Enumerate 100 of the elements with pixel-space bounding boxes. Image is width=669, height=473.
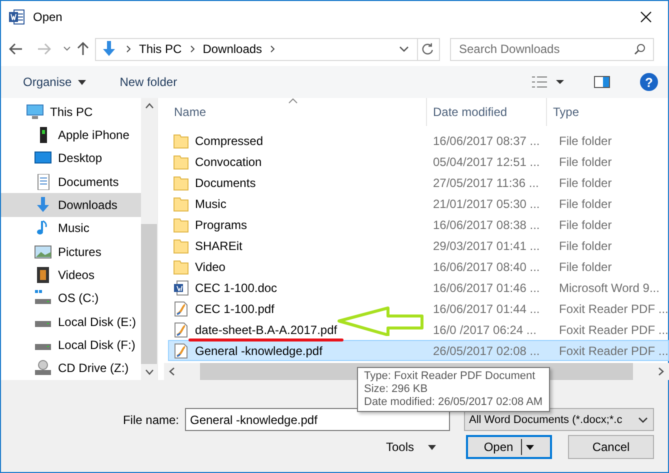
file-name: CEC 1-100.doc [169,280,278,296]
file-row[interactable]: Documents 27/05/2017 11:36 ... File folder [168,172,669,193]
drive-icon [34,344,52,350]
file-row[interactable]: General -knowledge.pdf 26/05/2017 02:08 ... Foxit Reader PDF ... [168,340,669,361]
sidebar-item[interactable]: CD Drive (Z:) [1,356,141,380]
type-cell-text: Foxit Reader PDF ... [558,344,668,358]
column-header[interactable]: Name [164,98,427,126]
chevron-down-icon[interactable] [63,46,71,52]
file-name: SHAREit [169,238,242,254]
caret-icon [78,80,86,84]
sidebar-item[interactable]: Apple iPhone [1,123,141,147]
new-folder-button[interactable]: New folder [118,73,180,91]
type-cell-text: Foxit Reader PDF ... [558,322,668,336]
file-row[interactable]: SHAREit 29/03/2017 01:41 ... File folder [168,235,669,256]
chevron-icon [190,45,195,53]
drive-icon [34,320,52,327]
help-button[interactable]: ? [640,73,658,91]
chevron-icon [270,45,276,53]
file-row[interactable]: Programs 16/06/2017 08:38 ... File folder [168,214,669,235]
tools-button[interactable]: Tools [380,439,442,455]
file-type-text: All Word Documents (*.docx;*.c [469,414,624,426]
tooltip-line: Date modified: 26/05/2017 02:08 AM [364,396,543,409]
file-type-dropdown[interactable]: All Word Documents (*.docx;*.c [464,408,654,431]
tooltip-line: Size: 296 KB [364,383,429,396]
sidebar-item[interactable]: Downloads [1,193,141,217]
organise-button[interactable]: Organise [21,73,88,91]
pdf-document-icon [173,342,189,358]
sidebar-item[interactable]: Desktop [1,146,141,170]
sidebar-item[interactable]: Pictures [1,240,141,264]
file-name: General -knowledge.pdf [169,342,322,358]
file-name-field[interactable]: General -knowledge.pdf [185,408,450,431]
tooltip-line: Type: Foxit Reader PDF Document [364,370,536,383]
down-arrow-icon [100,41,118,57]
sidebar-item[interactable]: Local Disk (E:) [1,310,141,334]
file-name-label: File name: [122,412,179,426]
word-document-icon [173,280,189,296]
open-button[interactable]: Open [466,435,552,459]
back-arrow-icon[interactable] [9,43,23,55]
date-cell-text: 16/06/2017 08:38 ... [432,218,541,232]
sidebar-item[interactable]: Documents [1,170,141,194]
close-icon[interactable] [640,10,652,22]
date-cell-text: 16/06/2017 01:44 ... [432,302,541,316]
date-cell-text: 27/05/2017 11:36 ... [432,176,540,190]
sidebar-item[interactable]: Local Disk (F:) [1,333,141,357]
date-cell-text: 16/06/2017 08:40 ... [432,260,541,274]
file-name: Programs [169,216,248,232]
breadcrumb[interactable]: Downloads [202,42,262,56]
file-row[interactable]: CEC 1-100.doc 16/06/2017 01:46 ... Microsoft Word 9... [168,277,669,298]
file-name: Convocation [169,154,262,170]
date-cell-text: 16/06/2017 08:37 ... [432,134,541,148]
file-name: Music [169,196,226,212]
folder-icon [173,174,189,190]
address-bar[interactable]: This PC Downloads [95,38,440,60]
type-cell-text: File folder [558,134,613,148]
file-row[interactable]: Compressed 16/06/2017 08:37 ... File folder [168,130,669,151]
file-name: Documents [169,174,256,190]
file-row[interactable]: CEC 1-100.pdf 16/06/2017 01:44 ... Foxit Reader PDF ... [168,298,669,319]
date-cell-text: 26/05/2017 02:08 ... [432,344,541,358]
folder-icon [173,154,189,170]
chevron-down-icon [638,416,648,422]
search-field[interactable]: Search Downloads [450,38,654,60]
picture-icon [34,244,52,260]
drive-icon [34,290,52,306]
scrollbar[interactable] [141,98,157,380]
sidebar-item[interactable]: This PC [1,100,141,124]
type-cell-text: File folder [558,238,613,252]
chevron-down-icon[interactable] [399,46,409,52]
date-cell-text: 21/01/2017 05:30 ... [432,196,541,210]
window-title: Open [33,10,64,24]
folder-icon [173,196,189,212]
word-logo-icon [9,8,25,24]
type-cell-text: File folder [558,218,613,232]
pdf-document-icon [173,300,189,316]
sidebar-item[interactable]: Videos [1,263,141,287]
cancel-button[interactable]: Cancel [568,435,654,459]
date-cell-text: 16/06/2017 01:46 ... [432,280,541,294]
caret-icon [428,444,436,450]
breadcrumb[interactable]: This PC [139,42,182,56]
file-row[interactable]: Video 16/06/2017 08:40 ... File folder [168,256,669,277]
file-name: CEC 1-100.pdf [169,300,274,316]
file-name: Video [169,258,226,274]
up-arrow-icon[interactable] [77,42,89,56]
file-row[interactable]: Music 21/01/2017 05:30 ... File folder [168,193,669,214]
file-row[interactable]: date-sheet-B.A-A.2017.pdf 16/0 /2017 06:24 ... Foxit Reader PDF ... [168,319,669,340]
file-row[interactable]: Convocation 05/04/2017 12:51 ... File folder [168,151,669,172]
column-header[interactable]: Type [547,98,669,126]
caret-icon [526,444,534,450]
date-cell-text: 29/03/2017 01:41 ... [432,238,541,252]
preview-pane-icon[interactable] [594,76,610,88]
type-cell-text: File folder [558,196,613,210]
folder-icon [173,216,189,232]
type-cell-text: Foxit Reader PDF ... [558,302,668,316]
sidebar-item[interactable]: OS (C:) [1,286,141,310]
view-options-icon[interactable] [532,76,564,88]
cd-drive-icon [34,360,52,376]
column-header[interactable]: Date modified [427,98,547,126]
date-cell-text: 05/04/2017 12:51 ... [432,154,541,168]
film-icon [34,266,52,283]
sidebar-item[interactable]: Music [1,216,141,240]
file-name: Compressed [169,132,264,148]
